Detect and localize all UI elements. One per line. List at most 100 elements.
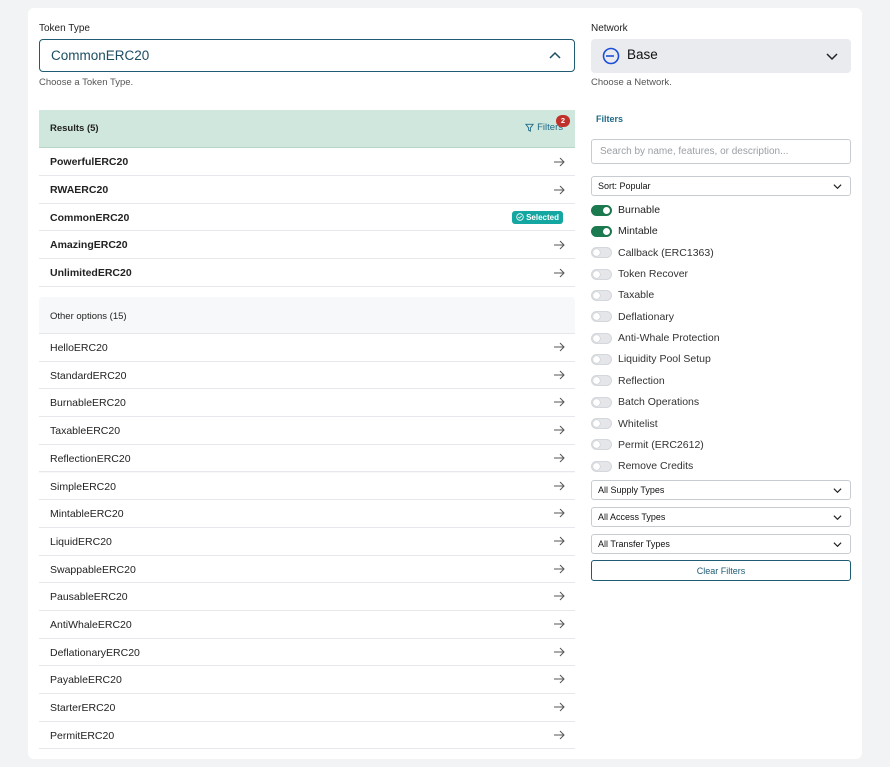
result-item[interactable]: RWAERC20 [39,175,575,204]
other-option-name: ReflectionERC20 [50,452,131,465]
arrow-right-icon [554,157,565,167]
result-item[interactable]: UnlimitedERC20 [39,259,575,287]
toggle-switch[interactable] [591,225,612,237]
toggle-switch[interactable] [591,418,612,429]
token-type-hint: Choose a Token Type. [39,77,134,88]
toggle-label: Reflection [618,374,665,387]
other-option-item[interactable]: LiquidERC20 [39,527,575,556]
network-select[interactable]: Base [591,39,851,73]
result-item[interactable]: CommonERC20 Selected [39,203,575,232]
other-option-item[interactable]: DeflationaryERC20 [39,638,575,667]
toggle-label: Burnable [618,204,661,216]
filter-toggle-row[interactable]: Reflection [591,374,665,388]
other-option-item[interactable]: PausableERC20 [39,583,575,611]
filter-toggle-row[interactable]: Whitelist [591,417,658,431]
toggle-switch[interactable] [591,375,612,387]
other-option-name: BurnableERC20 [50,397,126,410]
toggle-switch[interactable] [591,396,612,408]
toggle-label: Permit (ERC2612) [618,438,704,451]
filter-toggle-row[interactable]: Deflationary [591,310,674,324]
arrow-right-icon [554,268,565,278]
toggle-switch[interactable] [591,460,612,472]
results-title: Results (5) [50,123,99,134]
base-network-icon [602,47,620,65]
toggle-switch[interactable] [591,353,612,365]
token-type-select[interactable]: CommonERC20 [39,39,575,72]
result-item[interactable]: PowerfulERC20 [39,148,575,176]
toggle-switch[interactable] [591,439,612,451]
filter-toggle-row[interactable]: Token Recover [591,267,688,281]
supply-types-select[interactable]: All Supply Types [591,480,851,500]
other-option-name: PausableERC20 [50,591,128,604]
arrow-right-icon [554,647,565,657]
clear-filters-button[interactable]: Clear Filters [591,560,851,581]
chevron-down-icon [833,488,842,494]
toggle-knob [593,398,600,406]
other-option-item[interactable]: StandardERC20 [39,361,575,390]
result-item-name: CommonERC20 [50,211,130,224]
filter-toggle-row[interactable]: Taxable [591,288,654,302]
toggle-label: Token Recover [618,268,689,281]
toggle-label: Batch Operations [618,396,700,409]
other-options-title: Other options (15) [50,311,127,322]
other-option-item[interactable]: PayableERC20 [39,666,575,695]
other-options-header: Other options (15) [39,297,575,334]
access-types-value: All Access Types [598,512,666,522]
other-option-item[interactable]: TaxableERC20 [39,417,575,445]
other-option-name: StandardERC20 [50,369,127,382]
toggle-knob [593,334,600,342]
other-option-item[interactable]: SwappableERC20 [39,555,575,584]
filter-toggle-row[interactable]: Remove Credits [591,459,693,473]
filter-toggle-row[interactable]: Liquidity Pool Setup [591,352,711,366]
toggle-knob [593,249,600,257]
other-option-item[interactable]: HelloERC20 [39,334,575,362]
filter-toggle-row[interactable]: Anti-Whale Protection [591,331,720,345]
selected-badge-label: Selected [526,212,559,222]
filter-toggle-row[interactable]: Batch Operations [591,395,699,409]
other-option-item[interactable]: PermitERC20 [39,721,575,750]
sort-select[interactable]: Sort: Popular [591,176,851,196]
other-option-item[interactable]: MintableERC20 [39,500,575,528]
other-option-name: DeflationaryERC20 [50,646,140,659]
arrow-right-icon [554,481,565,490]
toggle-knob [593,377,600,385]
result-item[interactable]: AmazingERC20 [39,231,575,260]
arrow-right-icon [554,241,565,250]
check-circle-icon [516,213,524,221]
other-option-item[interactable]: ReflectionERC20 [39,444,575,473]
toggle-switch[interactable] [591,332,612,344]
arrow-right-icon [554,425,565,435]
other-option-item[interactable]: SimpleERC20 [39,472,575,501]
toggle-switch[interactable] [591,289,612,301]
filter-toggle-row[interactable]: Callback (ERC1363) [591,246,714,260]
network-label: Network [591,23,628,34]
other-option-name: AntiWhaleERC20 [50,619,132,631]
toggle-label: Callback (ERC1363) [618,246,714,259]
toggle-knob [603,227,610,235]
filter-toggle-row[interactable]: Mintable [591,224,658,238]
toggle-switch[interactable] [591,247,612,259]
other-option-name: PayableERC20 [50,674,122,687]
other-option-item[interactable]: AntiWhaleERC20 [39,611,575,639]
toggle-knob [603,206,610,214]
filter-icon [525,123,535,132]
arrow-right-icon [554,508,565,518]
supply-types-value: All Supply Types [598,485,665,495]
toggle-knob [593,355,600,363]
transfer-types-select[interactable]: All Transfer Types [591,534,851,554]
arrow-right-icon [554,370,565,380]
toggle-switch[interactable] [591,268,612,280]
filter-toggle-row[interactable]: Permit (ERC2612) [591,438,704,452]
other-option-name: PermitERC20 [50,729,115,742]
toggle-switch[interactable] [591,204,612,216]
access-types-select[interactable]: All Access Types [591,507,851,527]
arrow-right-icon [554,702,565,712]
filter-search-input[interactable] [591,139,851,164]
toggle-label: Deflationary [618,310,675,323]
other-option-name: SwappableERC20 [50,563,136,576]
other-option-item[interactable]: StarterERC20 [39,694,575,722]
filter-toggle-row[interactable]: Burnable [591,203,660,217]
result-item-name: UnlimitedERC20 [50,267,132,280]
other-option-item[interactable]: BurnableERC20 [39,389,575,418]
toggle-switch[interactable] [591,311,612,323]
